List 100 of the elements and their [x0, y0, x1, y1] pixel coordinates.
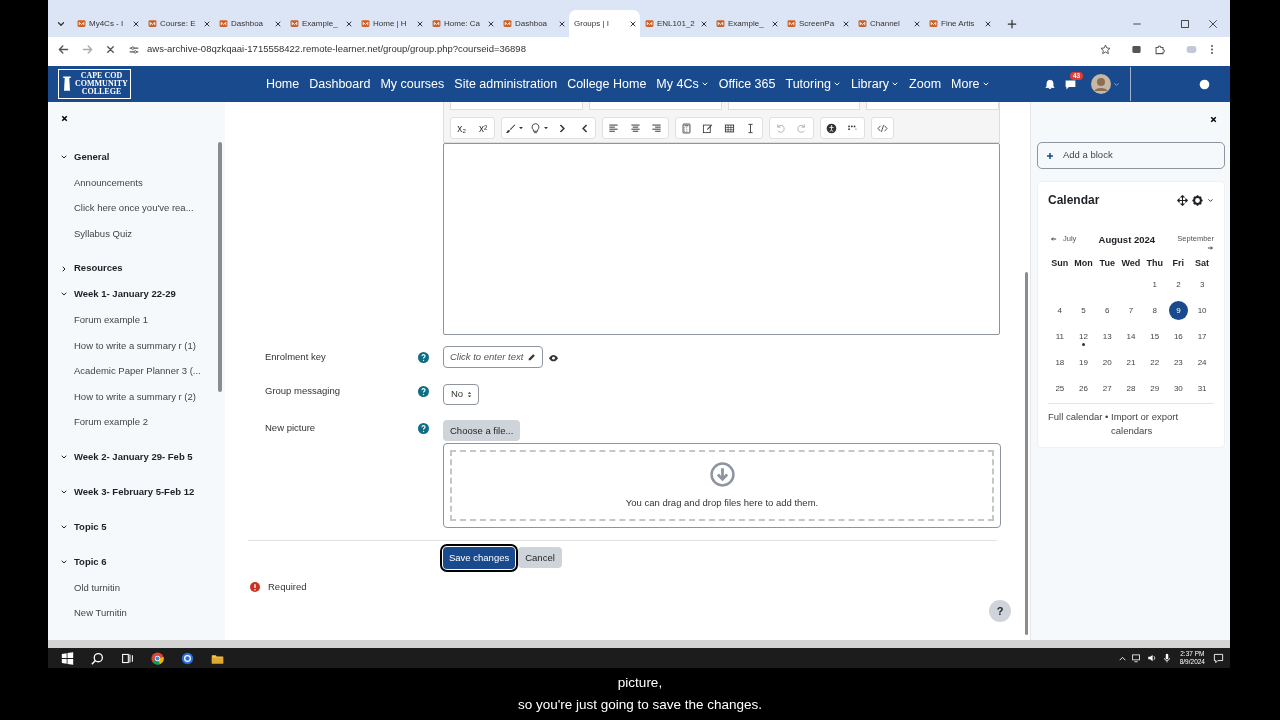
tab-close-icon[interactable]: [558, 19, 566, 28]
stop-loading-icon[interactable]: [105, 44, 116, 55]
caret-icon[interactable]: [1113, 80, 1120, 88]
calendar-day[interactable]: 25: [1050, 378, 1070, 398]
calendar-day[interactable]: 31: [1192, 378, 1212, 398]
section-title[interactable]: Topic 6: [74, 554, 107, 570]
nav-link[interactable]: My courses: [375, 74, 450, 94]
calendar-day[interactable]: 28: [1121, 378, 1141, 398]
browser-icon[interactable]: [150, 651, 164, 665]
menu-icon[interactable]: [1210, 44, 1214, 55]
nav-link[interactable]: My 4Cs: [651, 74, 714, 94]
calendar-day[interactable]: 26: [1074, 378, 1094, 398]
help-icon[interactable]: [418, 352, 429, 363]
calendar-day[interactable]: 21: [1121, 352, 1141, 372]
calendar-day[interactable]: 17: [1192, 326, 1212, 346]
calendar-day[interactable]: 22: [1145, 352, 1165, 372]
calendar-day[interactable]: 24: [1192, 352, 1212, 372]
calendar-day[interactable]: 20: [1097, 352, 1117, 372]
close-icon[interactable]: [60, 114, 69, 123]
save-button[interactable]: Save changes: [443, 547, 516, 570]
course-index-item[interactable]: Syllabus Quiz: [60, 220, 218, 247]
course-index-item[interactable]: Old turnitin: [60, 574, 218, 601]
course-index-item[interactable]: Announcements: [60, 169, 218, 196]
course-index-item[interactable]: Forum example 1: [60, 306, 218, 333]
calendar-day[interactable]: 10: [1192, 300, 1212, 320]
puzzle-icon[interactable]: [1154, 44, 1165, 55]
add-block-button[interactable]: Add a block: [1037, 142, 1225, 169]
avatar-icon[interactable]: [1091, 74, 1111, 94]
app-icon[interactable]: [180, 651, 194, 665]
chevron-icon[interactable]: [60, 264, 68, 273]
bookmark-star-icon[interactable]: [1100, 44, 1111, 55]
select-field[interactable]: No: [443, 383, 480, 405]
tab-close-icon[interactable]: [487, 19, 495, 28]
tab-close-icon[interactable]: [984, 19, 992, 28]
section-title[interactable]: Week 2- January 29- Feb 5: [74, 450, 193, 465]
section-title[interactable]: General: [74, 149, 110, 164]
help-icon[interactable]: [418, 386, 429, 397]
task-view-icon[interactable]: [120, 651, 134, 665]
address-field[interactable]: aws-archive-08qzkqaai-1715558422.remote-learner.net/group/group.php?courseid=36898: [147, 42, 526, 57]
chat-icon[interactable]: [1064, 77, 1077, 91]
help-button[interactable]: ?: [989, 600, 1011, 622]
browser-tab[interactable]: Dashboa: [214, 10, 285, 37]
close-icon[interactable]: [1209, 115, 1218, 124]
calendar-day[interactable]: 29: [1145, 378, 1165, 398]
calendar-day[interactable]: 12: [1074, 326, 1094, 346]
nav-link[interactable]: Tutoring: [780, 74, 846, 94]
nav-link[interactable]: Library: [845, 74, 905, 94]
course-index-item[interactable]: Academic Paper Planner 3 (...: [60, 358, 218, 384]
calendar-link[interactable]: Import or export calendars: [1111, 410, 1203, 439]
caret-icon[interactable]: [1207, 196, 1214, 204]
maximize-icon[interactable]: [1180, 18, 1190, 29]
section-title[interactable]: Topic 5: [74, 519, 107, 535]
network-icon[interactable]: [1131, 653, 1142, 663]
cancel-button[interactable]: Cancel: [518, 547, 562, 569]
format-button[interactable]: x²: [472, 118, 494, 138]
nav-link[interactable]: More: [946, 74, 995, 94]
tab-close-icon[interactable]: [203, 19, 211, 28]
calendar-day[interactable]: 15: [1145, 326, 1165, 346]
calendar-day[interactable]: 14: [1121, 326, 1141, 346]
nav-link[interactable]: Dashboard: [304, 74, 376, 94]
file-drop-zone[interactable]: You can drag and drop files here to add them.: [443, 443, 1001, 529]
new-tab-icon[interactable]: [1007, 18, 1017, 29]
scrollbar[interactable]: [1025, 272, 1028, 635]
calendar-day[interactable]: 7: [1121, 300, 1141, 320]
browser-tab[interactable]: Dashboa: [498, 10, 569, 37]
college-logo[interactable]: CAPE COD COMMUNITY COLLEGE: [58, 69, 131, 99]
course-index-item[interactable]: Forum example 2: [60, 409, 218, 435]
calendar-day[interactable]: 4: [1050, 300, 1070, 320]
section-title[interactable]: Week 3- February 5-Feb 12: [74, 484, 195, 500]
section-title[interactable]: Resources: [74, 261, 123, 276]
calendar-day[interactable]: 13: [1097, 326, 1117, 346]
eye-icon[interactable]: [548, 352, 560, 362]
calendar-day[interactable]: 1: [1145, 274, 1165, 294]
inline-edit-field[interactable]: Click to enter text: [443, 346, 544, 368]
search-icon[interactable]: [90, 651, 104, 665]
scrollbar[interactable]: [218, 142, 222, 392]
browser-tab[interactable]: Home | H: [356, 10, 427, 37]
volume-icon[interactable]: [1146, 653, 1157, 663]
tab-close-icon[interactable]: [132, 19, 140, 28]
back-icon[interactable]: [58, 44, 69, 55]
tab-close-icon[interactable]: [629, 19, 637, 28]
tab-close-icon[interactable]: [842, 19, 850, 28]
nav-link[interactable]: Site administration: [449, 74, 563, 94]
microphone-icon[interactable]: [1161, 653, 1172, 663]
bell-icon[interactable]: [1044, 78, 1056, 90]
course-index-item[interactable]: How to write a summary r (2): [60, 383, 218, 410]
calendar-day[interactable]: 19: [1074, 352, 1094, 372]
calendar-link[interactable]: Full calendar: [1048, 411, 1103, 423]
calendar-day[interactable]: 2: [1168, 274, 1188, 294]
close-icon[interactable]: [1208, 18, 1218, 29]
nav-link[interactable]: College Home: [562, 74, 652, 94]
move-icon[interactable]: [1177, 194, 1188, 206]
calendar-day[interactable]: 11: [1050, 326, 1070, 346]
calendar-day[interactable]: 9: [1168, 300, 1188, 320]
calendar-day[interactable]: 16: [1168, 326, 1188, 346]
calendar-day[interactable]: 23: [1168, 352, 1188, 372]
section-title[interactable]: Week 1- January 22-29: [74, 287, 176, 302]
course-index-item[interactable]: Click here once you've rea...: [60, 195, 218, 221]
browser-tab[interactable]: My4Cs - I: [72, 10, 143, 37]
site-settings-icon[interactable]: [129, 44, 139, 55]
